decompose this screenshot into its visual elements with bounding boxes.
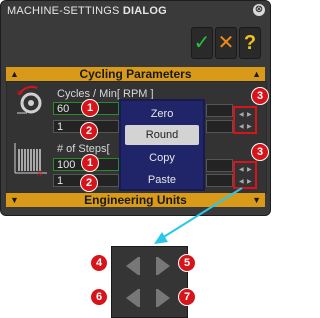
steps-value-input-end[interactable] [206,159,233,172]
left-arrow-icon: ◀ [239,124,244,130]
spinner-down-right-icon [156,289,170,307]
spinner-down-left-icon [126,289,140,307]
steps-chart-icon: N [14,143,47,177]
cycling-parameters-header[interactable]: ▲ Cycling Parameters ▲ [6,67,265,81]
menu-item-zero[interactable]: Zero [121,104,203,124]
callout-1: 1 [81,99,99,117]
close-icon[interactable]: ⊗ [253,4,265,16]
left-arrow-icon: ◀ [239,179,244,185]
steps-label: # of Steps[ [57,143,110,155]
cycles-spinner[interactable]: ◀ ▶ ◀ ▶ [233,106,257,134]
cancel-button[interactable]: ✕ [215,27,237,59]
menu-item-round[interactable]: Round [125,125,199,145]
steps-spinner[interactable]: ◀ ▶ ◀ ▶ [233,161,257,189]
spinner-up-right-icon [156,257,170,275]
right-arrow-icon: ▶ [247,179,252,185]
right-arrow-icon: ▶ [247,167,252,173]
callout-2: 2 [80,122,98,140]
help-button[interactable]: ? [239,27,261,59]
spinner-up-left-icon [126,257,140,275]
machine-settings-dialog: MACHINE-SETTINGS DIALOG ⊗ ✓ ✕ ? ▲ Cyclin… [0,0,271,216]
cycles-increment-input-end[interactable] [206,120,233,133]
callout-3b: 3 [251,143,269,161]
rotation-icon: ω [17,85,42,114]
magnified-spinner [111,246,188,318]
right-arrow-icon: ▶ [247,124,252,130]
ok-button[interactable]: ✓ [191,27,213,59]
dialog-title: MACHINE-SETTINGS DIALOG [7,3,167,19]
svg-text:ω: ω [17,87,23,96]
left-arrow-icon: ◀ [239,167,244,173]
context-menu: Zero Round Copy Paste [119,99,205,191]
expand-right-icon: ▼ [252,195,261,205]
callout-1b: 1 [81,154,99,172]
menu-item-copy[interactable]: Copy [121,148,203,168]
collapse-right-icon: ▲ [252,69,261,79]
callout-3: 3 [251,87,269,105]
callout-5: 5 [178,254,196,272]
svg-text:N: N [36,169,43,177]
left-arrow-icon: ◀ [239,112,244,118]
collapse-left-icon: ▲ [10,69,19,79]
cycling-parameters-label: Cycling Parameters [79,67,192,81]
callout-4: 4 [90,254,108,272]
dialog-title-prefix: MACHINE-SETTINGS [7,5,120,17]
callout-6: 6 [90,288,108,306]
callout-2b: 2 [80,174,98,192]
pointer-arrow [154,187,243,244]
dialog-title-suffix: DIALOG [122,5,167,17]
right-arrow-icon: ▶ [247,112,252,118]
callout-7: 7 [178,288,196,306]
expand-left-icon: ▼ [10,195,19,205]
cycles-value-input-end[interactable] [206,104,233,117]
